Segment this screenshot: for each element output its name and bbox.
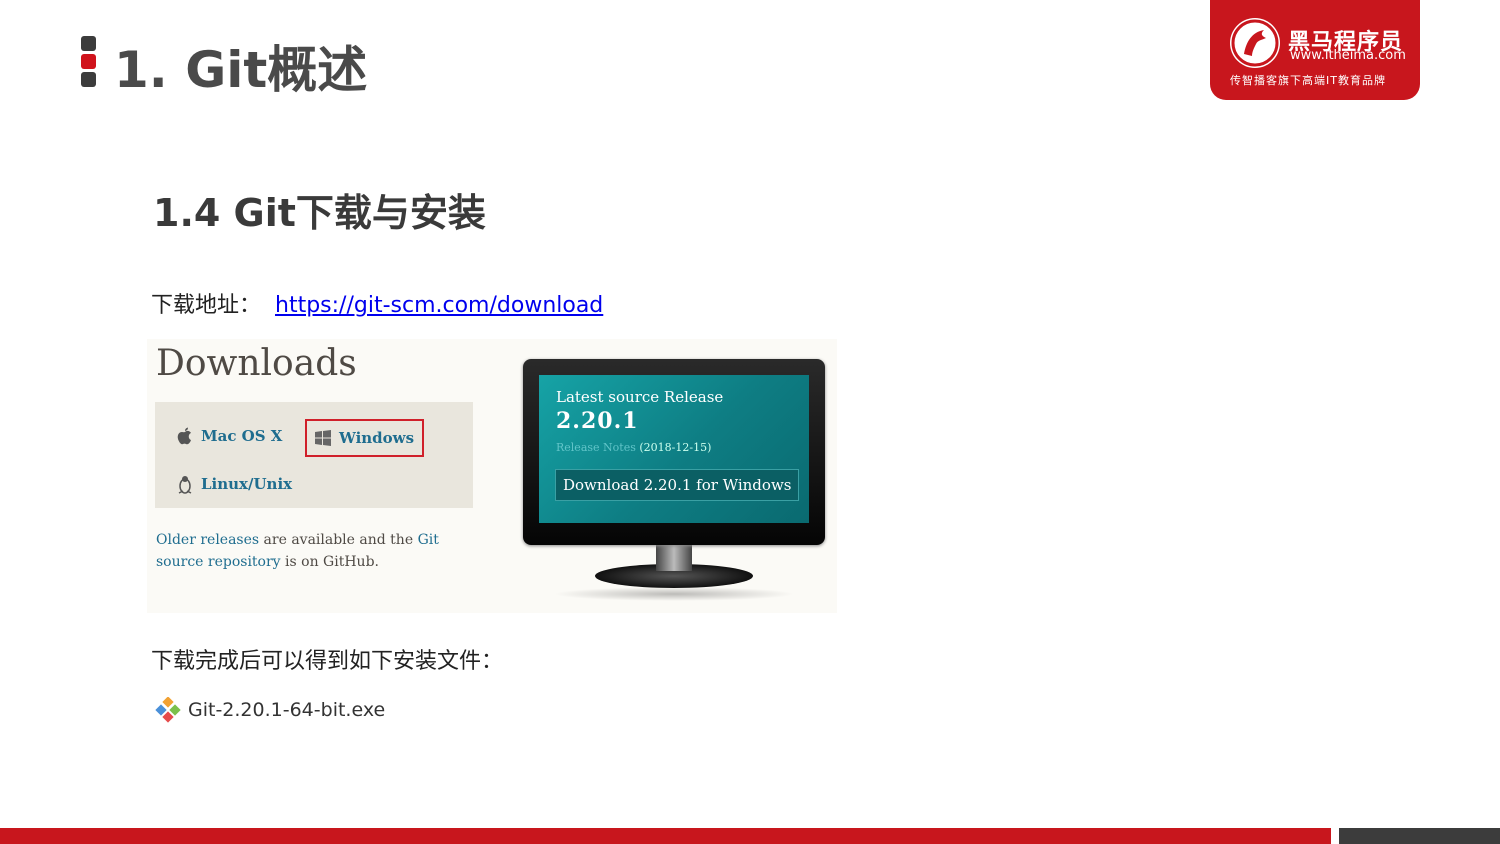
downloads-heading: Downloads — [156, 343, 357, 384]
brand-logo: 黑马程序员 www.itheima.com 传智播客旗下高端IT教育品牌 — [1210, 0, 1420, 100]
older-releases-text: Older releases are available and the Git… — [156, 532, 439, 570]
section-title: 1.4 Git下载与安装 — [153, 191, 486, 235]
title-marker — [81, 36, 96, 90]
os-option-windows[interactable]: Windows — [305, 419, 425, 457]
logo-url: www.itheima.com — [1290, 48, 1406, 63]
horse-logo-icon — [1230, 18, 1280, 68]
download-label: 下载地址： — [151, 293, 262, 318]
release-date: (2018-12-15) — [639, 441, 712, 454]
release-notes-line: Release Notes (2018-12-15) — [556, 441, 711, 454]
installer-file-name: Git-2.20.1-64-bit.exe — [188, 699, 386, 721]
monitor-screen: Latest source Release 2.20.1 Release Not… — [539, 375, 809, 523]
monitor-neck — [656, 545, 692, 571]
os-option-label: Linux/Unix — [201, 475, 293, 493]
footer-bar-red — [0, 828, 1331, 844]
download-windows-button[interactable]: Download 2.20.1 for Windows — [555, 469, 800, 501]
latest-release-label: Latest source Release — [556, 388, 724, 406]
installer-file[interactable]: Git-2.20.1-64-bit.exe — [155, 697, 385, 723]
os-option-label: Mac OS X — [201, 427, 283, 445]
apple-icon — [175, 426, 195, 446]
windows-icon — [313, 428, 333, 448]
monitor-bezel: Latest source Release 2.20.1 Release Not… — [523, 359, 825, 545]
os-option-label: Windows — [339, 429, 415, 447]
release-version: 2.20.1 — [556, 408, 639, 434]
after-download-text: 下载完成后可以得到如下安装文件： — [151, 649, 504, 674]
monitor-graphic: Latest source Release 2.20.1 Release Not… — [523, 359, 825, 609]
footer-bar-dark — [1339, 828, 1500, 844]
penguin-icon — [175, 474, 195, 494]
release-notes-link[interactable]: Release Notes — [556, 441, 636, 454]
os-option-linux[interactable]: Linux/Unix — [175, 474, 292, 494]
page-title: 1. Git概述 — [114, 41, 368, 99]
os-option-mac[interactable]: Mac OS X — [175, 426, 282, 446]
download-address-line: 下载地址： https://git-scm.com/download — [151, 287, 603, 319]
installer-file-icon — [155, 697, 181, 723]
older-releases-link[interactable]: Older releases — [156, 532, 259, 548]
git-downloads-screenshot: Downloads Mac OS X Windows Linux/Unix Ol… — [147, 339, 837, 613]
logo-tagline: 传智播客旗下高端IT教育品牌 — [1230, 74, 1386, 87]
os-selection-box: Mac OS X Windows Linux/Unix — [155, 402, 473, 508]
download-link[interactable]: https://git-scm.com/download — [275, 293, 603, 318]
